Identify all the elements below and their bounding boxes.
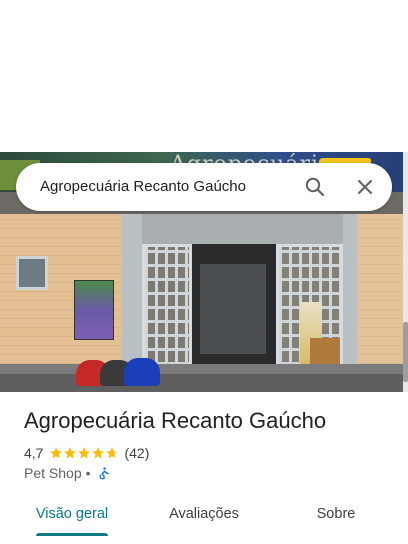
review-count[interactable]: (42) [124,445,149,461]
rating-value: 4,7 [24,445,44,461]
place-category[interactable]: Pet Shop [24,465,82,481]
search-icon[interactable] [303,175,327,199]
tab-reviews[interactable]: Avaliações [152,496,256,532]
storefront-window [16,256,48,290]
place-title: Agropecuária Recanto Gaúcho [24,408,327,433]
storefront-gate-left [142,244,192,368]
star-rating [49,446,119,460]
scrollbar[interactable] [403,152,408,392]
star-icon [63,446,77,460]
close-icon[interactable] [353,175,377,199]
top-blank-area [0,0,408,152]
tab-overview[interactable]: Visão geral [24,496,120,532]
active-tab-indicator [36,533,108,536]
star-icon [105,446,119,460]
rating-row[interactable]: 4,7 (42) [24,444,149,462]
place-tabs: Visão geral Avaliações Sobre [0,496,408,536]
star-icon [49,446,63,460]
search-input[interactable]: Agropecuária Recanto Gaúcho [40,178,246,195]
star-icon [77,446,91,460]
tab-about[interactable]: Sobre [296,496,376,532]
star-icon [91,446,105,460]
search-bar[interactable]: Agropecuária Recanto Gaúcho [16,163,392,211]
storefront-poster [74,280,114,340]
scrollbar-thumb[interactable] [403,322,408,382]
pet-kennel [124,358,160,386]
separator-dot: • [85,465,91,481]
category-row: Pet Shop • [24,464,112,482]
wheelchair-icon [97,466,112,481]
